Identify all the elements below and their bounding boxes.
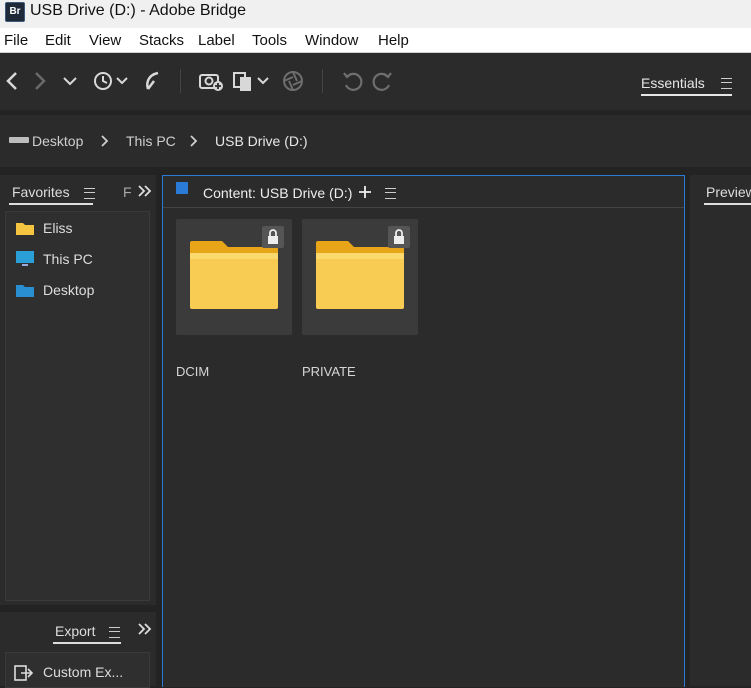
rotate-left-icon[interactable] [341,69,363,93]
menu-label[interactable]: Label [198,32,235,50]
panel-overflow-icon[interactable] [138,623,152,635]
tab-export-underline [53,642,121,644]
preview-panel: Preview [690,175,751,686]
app-icon: Br [5,2,25,22]
panel-overflow-icon[interactable] [138,185,152,197]
forward-icon[interactable] [32,69,48,93]
favorites-menu-icon[interactable] [84,188,95,199]
back-icon[interactable] [4,69,20,93]
workspace-underline [641,94,732,96]
aperture-icon[interactable] [282,69,304,93]
title-bar: Br USB Drive (D:) - Adobe Bridge [0,0,751,28]
camera-import-icon[interactable] [198,69,224,93]
export-icon [14,665,34,681]
tab-favorites[interactable]: Favorites [12,184,70,200]
desktop-folder-icon [16,285,34,297]
item-label-private: PRIVATE [302,364,356,379]
path-bar: Desktop This PC USB Drive (D:) [0,115,751,167]
menu-view[interactable]: View [89,32,121,50]
content-panel-color-icon [176,182,188,194]
toolbar-divider [322,69,323,93]
menu-help[interactable]: Help [378,32,409,50]
lock-icon [262,226,284,248]
rotate-right-icon[interactable] [372,69,394,93]
content-panel: Content: USB Drive (D:) DCIM PRIVATE [162,175,685,687]
favorite-label: Eliss [43,220,73,236]
tab-content[interactable]: Content: USB Drive (D:) [203,185,352,201]
menu-stacks[interactable]: Stacks [139,32,184,50]
item-label-dcim: DCIM [176,364,210,379]
favorite-label: This PC [43,251,93,267]
menu-edit[interactable]: Edit [45,32,71,50]
window-title: USB Drive (D:) - Adobe Bridge [30,2,247,19]
breadcrumb-this-pc[interactable]: This PC [126,133,176,149]
export-item-label: Custom Ex... [43,664,124,680]
folder-icon [316,241,404,309]
workspace-essentials[interactable]: Essentials [641,75,705,91]
menu-window[interactable]: Window [305,32,358,50]
tab-preview-underline [704,203,751,205]
toolbar: Essentials [0,53,751,110]
folder-icon [190,241,278,309]
copy-files-icon[interactable] [232,69,272,93]
chevron-down-icon[interactable] [62,75,78,87]
breadcrumb-usb-drive[interactable]: USB Drive (D:) [215,133,308,149]
favorite-label: Desktop [43,282,95,298]
chevron-right-icon[interactable] [189,135,199,147]
thumbnail-private[interactable] [302,219,418,335]
menu-bar: File Edit View Stacks Label Tools Window… [0,28,751,53]
desktop-drive-icon [9,137,29,143]
chevron-right-icon[interactable] [100,135,110,147]
monitor-icon [16,251,34,266]
tab-export[interactable]: Export [55,623,95,639]
add-tab-icon[interactable] [359,186,371,198]
toolbar-divider [180,69,181,93]
export-menu-icon[interactable] [109,627,120,638]
content-menu-icon[interactable] [385,188,396,199]
thumbnail-dcim[interactable] [176,219,292,335]
favorites-list [5,211,150,601]
lock-icon [388,226,410,248]
tab-favorites-underline [9,203,93,205]
boomerang-icon[interactable] [142,69,162,93]
recent-history-icon[interactable] [91,69,131,93]
menu-tools[interactable]: Tools [252,32,287,50]
content-tab-divider [163,207,684,208]
export-panel: Export Custom Ex... [0,612,156,688]
tab-preview[interactable]: Preview [706,184,751,200]
workspace-menu-icon[interactable] [721,78,732,89]
breadcrumb-desktop[interactable]: Desktop [32,133,83,149]
folder-icon [16,223,34,235]
menu-file[interactable]: File [4,32,28,50]
tab-folders[interactable]: F [123,184,132,200]
favorites-panel: Favorites F Eliss This PC Desktop [0,175,156,605]
